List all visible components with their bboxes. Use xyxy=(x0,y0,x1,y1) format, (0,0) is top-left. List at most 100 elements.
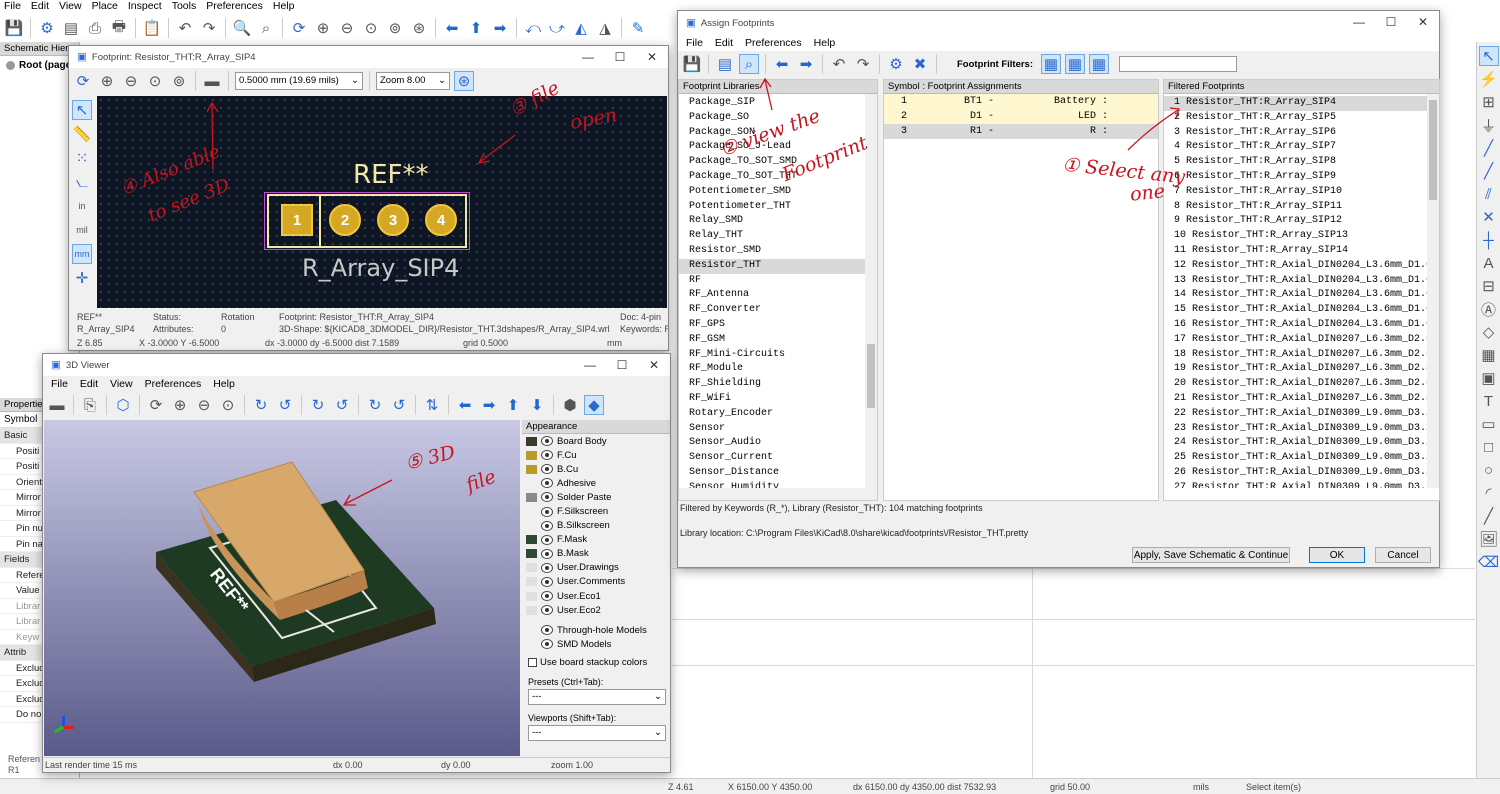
zoom-out-icon[interactable]: ⊖ xyxy=(337,18,357,38)
refresh-icon[interactable]: ⟳ xyxy=(289,18,309,38)
bus-entry-icon[interactable]: ⫽ xyxy=(1479,184,1499,204)
rotate-z-ccw-icon[interactable]: ↺ xyxy=(389,395,409,415)
presets-select[interactable]: --- ⌄ xyxy=(528,689,666,706)
layer-color-swatch[interactable] xyxy=(526,464,537,474)
measure-icon[interactable]: 📏 xyxy=(72,124,92,144)
layer-row[interactable]: User.Drawings xyxy=(522,561,670,575)
eye-icon[interactable] xyxy=(541,492,553,503)
rotate-x-cw-icon[interactable]: ↻ xyxy=(251,395,271,415)
eye-icon[interactable] xyxy=(541,591,553,602)
print-icon[interactable]: ⎙ xyxy=(85,18,105,38)
footprint-item[interactable]: 24 Resistor_THT:R_Axial_DIN0309_L9.0mm_D… xyxy=(1164,436,1439,451)
library-item[interactable]: Relay_SMD xyxy=(679,214,877,229)
model-row[interactable]: SMD Models xyxy=(522,637,670,651)
rotate-z-cw-icon[interactable]: ↻ xyxy=(365,395,385,415)
menu-file[interactable]: File xyxy=(51,378,68,390)
library-item[interactable]: RF_GPS xyxy=(679,318,877,333)
layer-row[interactable]: B.Cu xyxy=(522,462,670,476)
footprint-item[interactable]: 5 Resistor_THT:R_Array_SIP8 xyxy=(1164,155,1439,170)
delete-associations-icon[interactable]: ✖ xyxy=(910,54,930,74)
menu-edit[interactable]: Edit xyxy=(715,37,733,49)
close-button[interactable]: ✕ xyxy=(1407,11,1439,33)
zoom-auto-icon[interactable]: ⊛ xyxy=(454,71,474,91)
select-tool-icon[interactable]: ↖ xyxy=(72,100,92,120)
viewports-select[interactable]: --- ⌄ xyxy=(528,725,666,742)
stackup-checkbox[interactable] xyxy=(528,658,537,668)
footprint-item[interactable]: 26 Resistor_THT:R_Axial_DIN0309_L9.0mm_D… xyxy=(1164,466,1439,481)
library-item[interactable]: RF_GSM xyxy=(679,333,877,348)
footprint-item[interactable]: 18 Resistor_THT:R_Axial_DIN0207_L6.3mm_D… xyxy=(1164,348,1439,363)
redo-icon[interactable]: ↷ xyxy=(853,54,873,74)
library-item[interactable]: Sensor_Audio xyxy=(679,436,877,451)
footprint-item[interactable]: 1 Resistor_THT:R_Array_SIP4 xyxy=(1164,96,1439,111)
save-icon[interactable]: 💾 xyxy=(682,54,702,74)
menu-preferences[interactable]: Preferences xyxy=(745,37,802,49)
footprint-item[interactable]: 22 Resistor_THT:R_Axial_DIN0309_L9.0mm_D… xyxy=(1164,407,1439,422)
sheet-icon[interactable]: ▦ xyxy=(1479,345,1499,365)
view-3d-icon[interactable]: ▬ xyxy=(202,71,222,91)
zoom-fit-icon[interactable]: ⊙ xyxy=(145,71,165,91)
text-icon[interactable]: T xyxy=(1479,391,1499,411)
refresh-icon[interactable]: ⟳ xyxy=(146,395,166,415)
grid-select[interactable]: 0.5000 mm (19.69 mils) ⌄ xyxy=(235,72,363,90)
library-item[interactable]: RF_WiFi xyxy=(679,392,877,407)
mirror-h-icon[interactable]: ◮ xyxy=(595,18,615,38)
rotate-x-ccw-icon[interactable]: ↺ xyxy=(275,395,295,415)
eye-icon[interactable] xyxy=(541,625,553,636)
menu-file[interactable]: File xyxy=(686,37,703,49)
menu-help[interactable]: Help xyxy=(273,0,295,14)
rectangle-icon[interactable]: □ xyxy=(1479,437,1499,457)
line-icon[interactable]: ╱ xyxy=(1479,506,1499,526)
navigate-forward-icon[interactable]: ➡ xyxy=(490,18,510,38)
zoom-in-icon[interactable]: ⊕ xyxy=(313,18,333,38)
refresh-icon[interactable]: ⟳ xyxy=(73,71,93,91)
units-mm-icon[interactable]: mm xyxy=(72,244,92,264)
layer-row[interactable]: B.Silkscreen xyxy=(522,519,670,533)
library-item[interactable]: Sensor xyxy=(679,422,877,437)
annotate-icon[interactable]: ✎ xyxy=(628,18,648,38)
zoom-out-icon[interactable]: ⊖ xyxy=(194,395,214,415)
footprint-item[interactable]: 17 Resistor_THT:R_Axial_DIN0207_L6.3mm_D… xyxy=(1164,333,1439,348)
move-up-icon[interactable]: ⬆ xyxy=(503,395,523,415)
minimize-button[interactable]: — xyxy=(1343,11,1375,33)
assignment-row[interactable]: 2 D1 - LED : xyxy=(884,109,1158,124)
libraries-hscrollbar[interactable] xyxy=(679,488,877,500)
library-item[interactable]: Potentiometer_SMD xyxy=(679,185,877,200)
maximize-button[interactable]: ☐ xyxy=(1375,11,1407,33)
pad-2[interactable]: 2 xyxy=(329,204,361,236)
assignment-row[interactable]: 1 BT1 - Battery : xyxy=(884,94,1158,109)
menu-edit[interactable]: Edit xyxy=(31,0,49,14)
layer-row[interactable]: F.Silkscreen xyxy=(522,504,670,518)
raytrace-icon[interactable]: ⬡ xyxy=(113,395,133,415)
layer-color-swatch[interactable] xyxy=(526,549,537,559)
layer-row[interactable]: Adhesive xyxy=(522,476,670,490)
arc-icon[interactable]: ◜ xyxy=(1479,483,1499,503)
delete-tool-icon[interactable]: ⌫ xyxy=(1478,552,1499,572)
pad-3[interactable]: 3 xyxy=(377,204,409,236)
add-bus-icon[interactable]: ╱ xyxy=(1479,161,1499,181)
eye-icon[interactable] xyxy=(541,450,553,461)
label-icon[interactable]: A xyxy=(1479,253,1499,273)
library-item[interactable]: RF_Module xyxy=(679,362,877,377)
footprint-item[interactable]: 7 Resistor_THT:R_Array_SIP10 xyxy=(1164,185,1439,200)
footprint-item[interactable]: 10 Resistor_THT:R_Array_SIP13 xyxy=(1164,229,1439,244)
footprint-item[interactable]: 4 Resistor_THT:R_Array_SIP7 xyxy=(1164,140,1439,155)
footprints-scrollbar[interactable] xyxy=(1427,94,1439,488)
layer-row[interactable]: Solder Paste xyxy=(522,490,670,504)
ortho-icon[interactable]: ⬢ xyxy=(560,395,580,415)
navigate-back-icon[interactable]: ⬅ xyxy=(442,18,462,38)
layer-color-swatch[interactable] xyxy=(526,507,537,517)
menu-preferences[interactable]: Preferences xyxy=(145,378,202,390)
import-sheet-pin-icon[interactable]: ▣ xyxy=(1479,368,1499,388)
view-footprint-icon[interactable]: ⌕ xyxy=(739,54,759,74)
menu-view[interactable]: View xyxy=(110,378,133,390)
junction-icon[interactable]: ┼ xyxy=(1479,230,1499,250)
eye-icon[interactable] xyxy=(541,520,553,531)
footprint-item[interactable]: 8 Resistor_THT:R_Array_SIP11 xyxy=(1164,200,1439,215)
layer-color-swatch[interactable] xyxy=(526,521,537,531)
add-wire-icon[interactable]: ╱ xyxy=(1479,138,1499,158)
library-item[interactable]: Sensor_Current xyxy=(679,451,877,466)
highlight-net-icon[interactable]: ⚡ xyxy=(1479,69,1499,89)
auto-associate-icon[interactable]: ⚙ xyxy=(886,54,906,74)
library-item[interactable]: Package_SIP xyxy=(679,96,877,111)
